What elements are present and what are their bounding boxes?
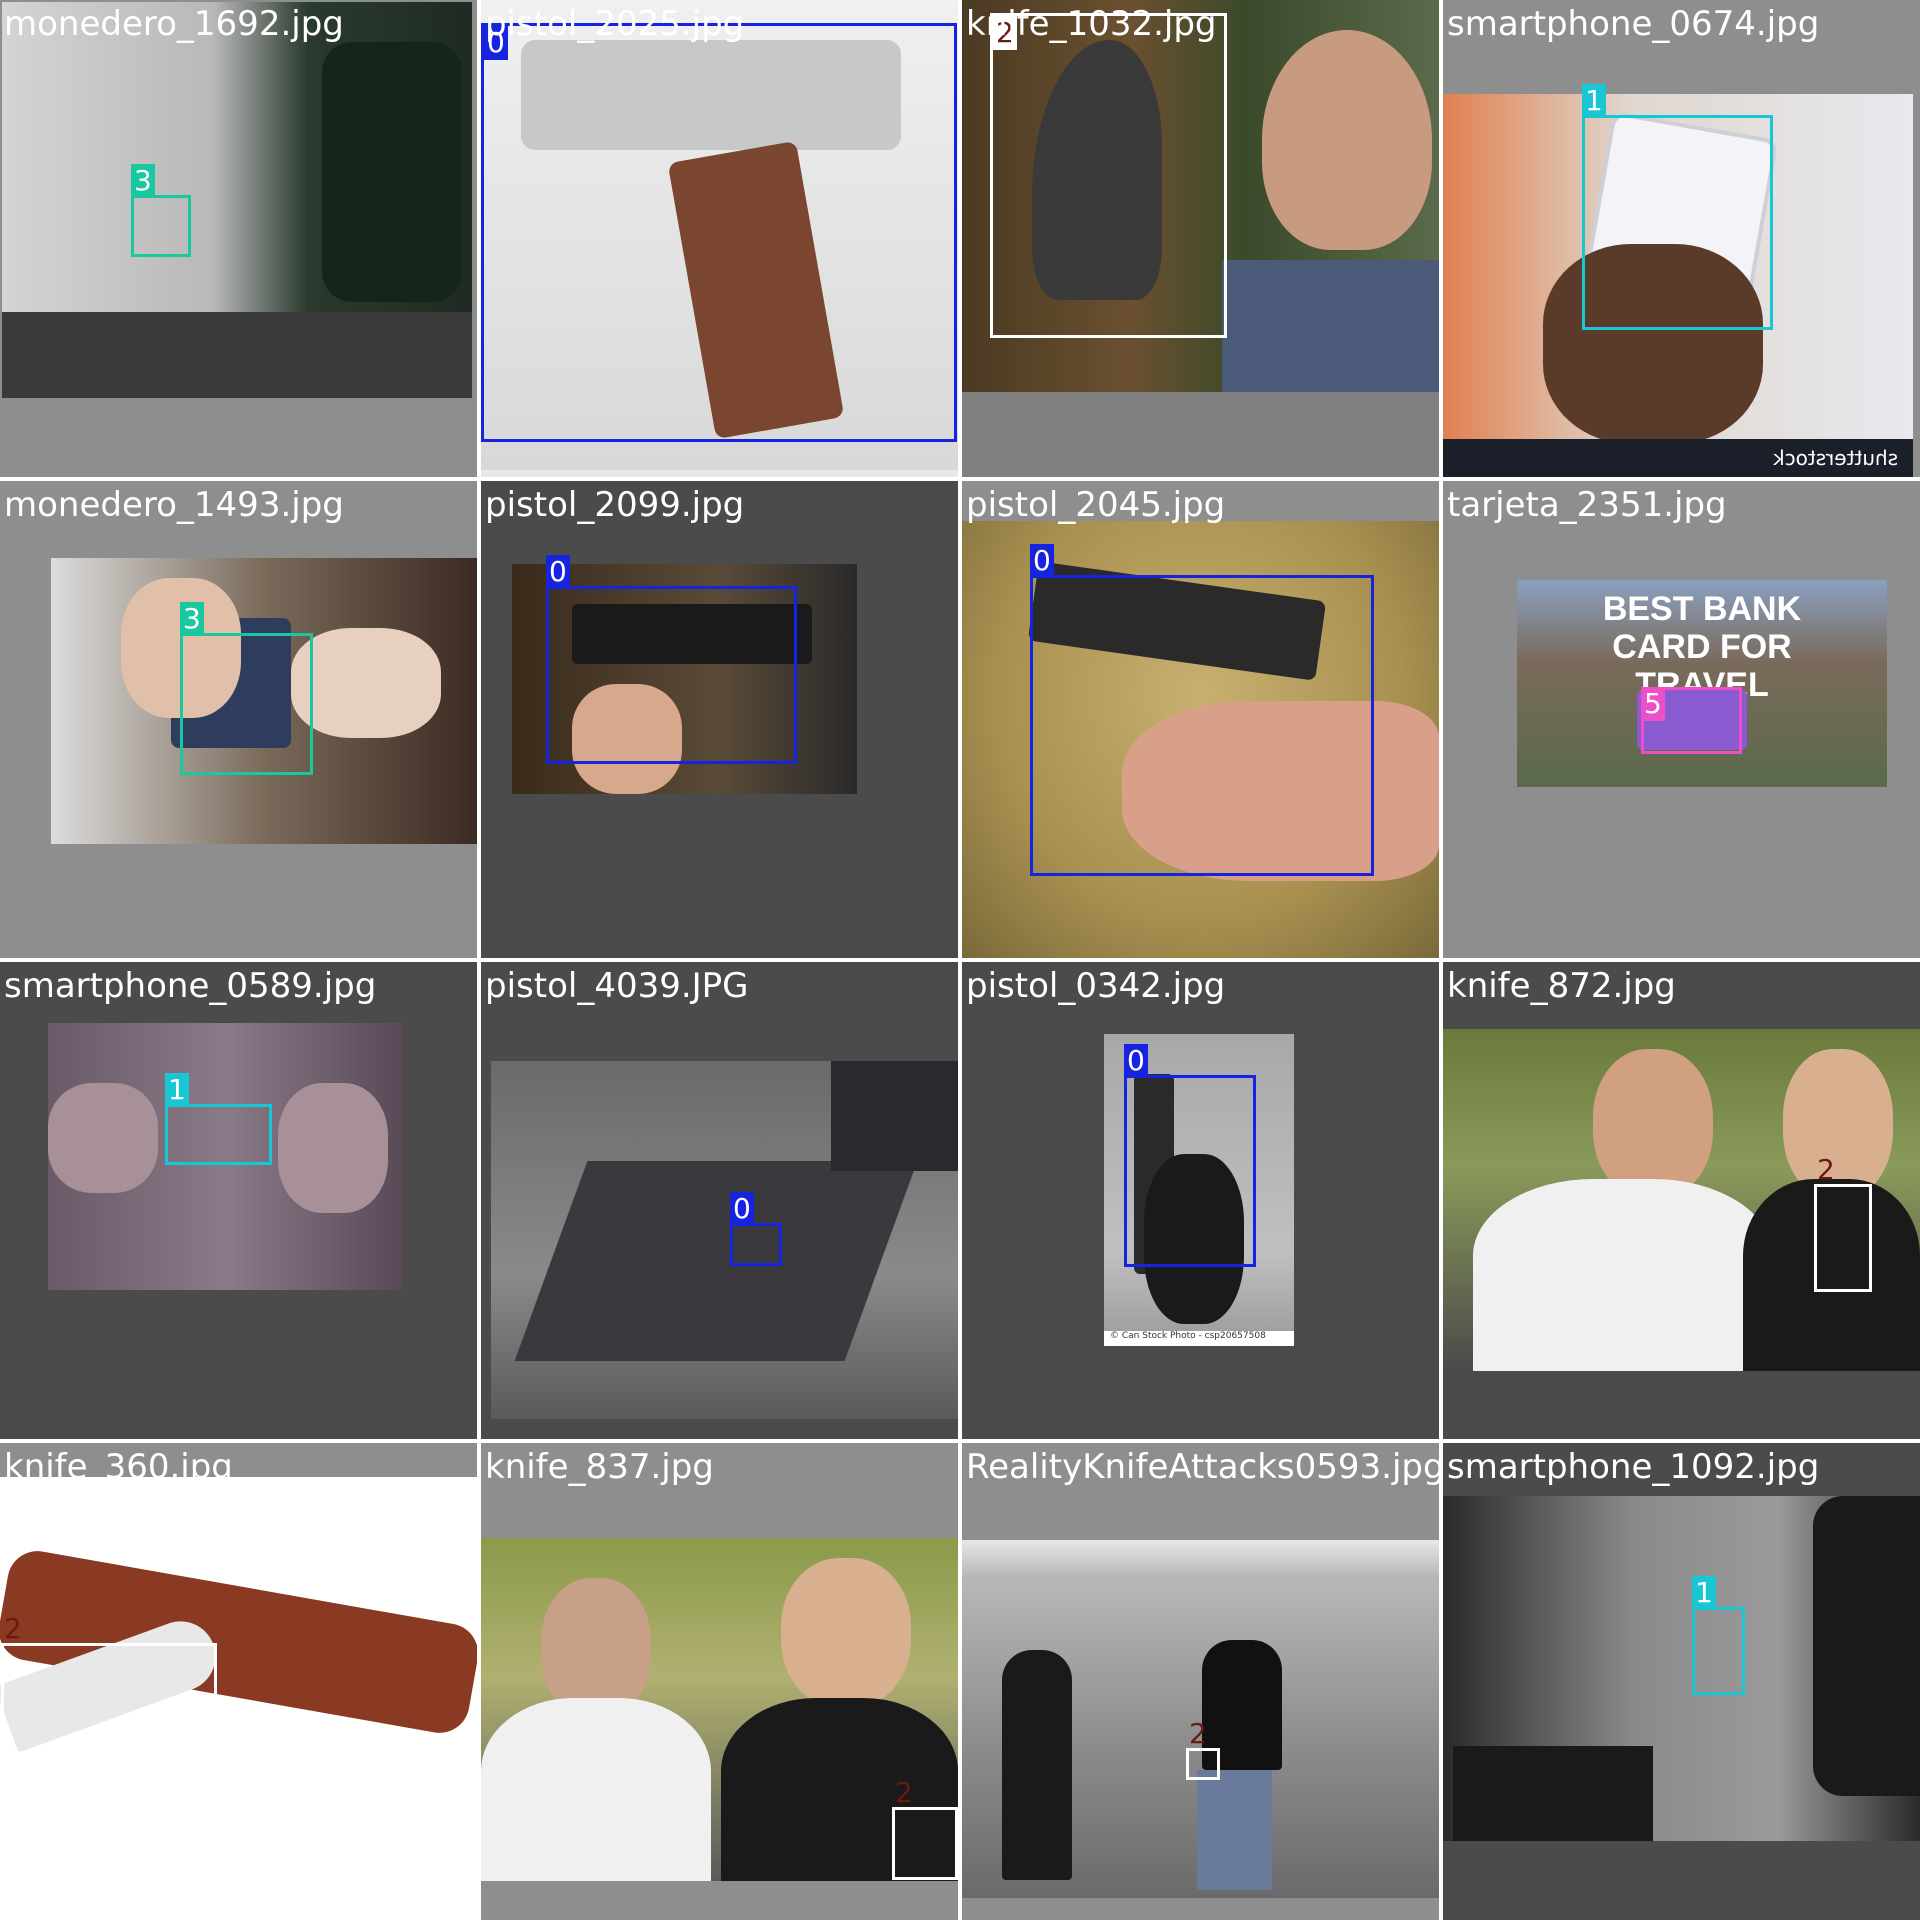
tile-reality-knife-attacks-0593[interactable]: RealityKnifeAttacks0593.jpg 2: [962, 1443, 1439, 1920]
shutterstock-watermark: shutterstock: [1773, 446, 1899, 470]
class-label: 2: [895, 1776, 913, 1809]
tile-monedero-1692[interactable]: monedero_1692.jpg 3: [0, 0, 477, 477]
bbox-knife[interactable]: 2: [892, 1776, 958, 1880]
bbox-knife[interactable]: 2: [1186, 1717, 1220, 1780]
filename: monedero_1692.jpg: [4, 4, 344, 44]
bbox-smartphone[interactable]: 1: [1692, 1576, 1745, 1695]
photo: BEST BANK CARD FOR TRAVEL: [1517, 580, 1887, 787]
tile-pistol-2025[interactable]: pistol_2025.jpg 0: [481, 0, 958, 477]
photo: [1443, 1496, 1920, 1841]
tile-pistol-2099[interactable]: pistol_2099.jpg 0: [481, 481, 958, 958]
filename: knife_872.jpg: [1447, 966, 1676, 1006]
validation-batch-mosaic: monedero_1692.jpg 3 pistol_2025.jpg 0 kn…: [0, 0, 1920, 1920]
bbox-pistol[interactable]: 0: [1030, 544, 1374, 876]
filename: smartphone_0589.jpg: [4, 966, 377, 1006]
class-label: 2: [4, 1612, 22, 1645]
filename: smartphone_0674.jpg: [1447, 4, 1820, 44]
bbox-smartphone[interactable]: 1: [1582, 84, 1773, 330]
tile-smartphone-0589[interactable]: smartphone_0589.jpg 1: [0, 962, 477, 1439]
class-label: 1: [165, 1073, 189, 1107]
class-label: 3: [180, 602, 204, 636]
tile-knife-1032[interactable]: knife_1032.jpg 2: [962, 0, 1439, 477]
photo: [491, 1061, 958, 1419]
filename: smartphone_1092.jpg: [1447, 1447, 1820, 1487]
filename: RealityKnifeAttacks0593.jpg: [966, 1447, 1439, 1487]
class-label: 5: [1641, 687, 1665, 721]
filename: knife_837.jpg: [485, 1447, 714, 1487]
bbox-knife[interactable]: 2: [1814, 1153, 1872, 1292]
filename: pistol_2045.jpg: [966, 485, 1226, 525]
bbox-pistol[interactable]: 0: [1124, 1044, 1256, 1267]
tile-pistol-4039[interactable]: pistol_4039.JPG 0: [481, 962, 958, 1439]
tile-pistol-2045[interactable]: pistol_2045.jpg 0: [962, 481, 1439, 958]
bbox-pistol[interactable]: 0: [730, 1192, 782, 1266]
filename: pistol_2025.jpg: [485, 4, 745, 44]
class-label: 0: [730, 1192, 754, 1226]
class-label: 2: [1817, 1153, 1835, 1186]
filename: tarjeta_2351.jpg: [1447, 485, 1727, 525]
tile-pistol-0342[interactable]: © Can Stock Photo - csp20657508 pistol_0…: [962, 962, 1439, 1439]
bbox-knife[interactable]: 2: [1, 1612, 217, 1809]
filename: pistol_0342.jpg: [966, 966, 1226, 1006]
filename: knife_1032.jpg: [966, 4, 1217, 44]
tile-knife-360[interactable]: knife_360.jpg 2: [0, 1443, 477, 1920]
bbox-pistol[interactable]: 0: [481, 23, 957, 442]
bbox-knife[interactable]: 2: [990, 13, 1227, 338]
tile-knife-872[interactable]: knife_872.jpg 2: [1443, 962, 1920, 1439]
stock-credit: © Can Stock Photo - csp20657508: [1110, 1331, 1266, 1341]
photo: [2, 2, 472, 398]
bbox-wallet[interactable]: 3: [131, 164, 191, 257]
class-label: 0: [1124, 1044, 1148, 1078]
bbox-smartphone[interactable]: 1: [165, 1073, 272, 1165]
filename: monedero_1493.jpg: [4, 485, 344, 525]
tile-monedero-1493[interactable]: monedero_1493.jpg 3: [0, 481, 477, 958]
class-label: 1: [1692, 1576, 1716, 1610]
bbox-card[interactable]: 5: [1641, 687, 1742, 754]
class-label: 1: [1582, 84, 1606, 118]
tile-tarjeta-2351[interactable]: BEST BANK CARD FOR TRAVEL tarjeta_2351.j…: [1443, 481, 1920, 958]
class-label: 0: [1030, 544, 1054, 578]
filename: pistol_4039.JPG: [485, 966, 749, 1006]
photo: [481, 1538, 958, 1881]
class-label: 0: [546, 555, 570, 589]
tile-smartphone-0674[interactable]: shutterstock smartphone_0674.jpg 1: [1443, 0, 1920, 477]
tile-smartphone-1092[interactable]: smartphone_1092.jpg 1: [1443, 1443, 1920, 1920]
class-label: 2: [1189, 1717, 1207, 1750]
bbox-wallet[interactable]: 3: [180, 602, 313, 775]
class-label: 3: [131, 164, 155, 198]
filename: knife_360.jpg: [4, 1447, 233, 1487]
bbox-pistol[interactable]: 0: [546, 555, 797, 764]
tile-knife-837[interactable]: knife_837.jpg 2: [481, 1443, 958, 1920]
filename: pistol_2099.jpg: [485, 485, 745, 525]
